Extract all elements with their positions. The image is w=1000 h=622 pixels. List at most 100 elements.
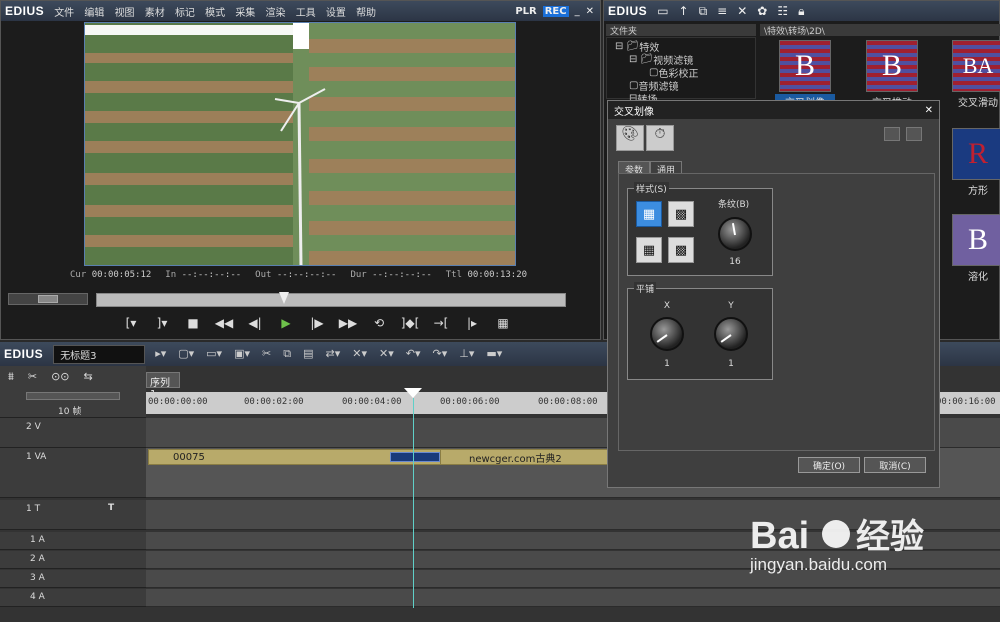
tree-item-color-correction[interactable]: ▢ 色彩校正 xyxy=(609,66,753,80)
timer-icon[interactable]: ⏱︎ xyxy=(646,125,674,151)
track-header-2v[interactable]: 2 V xyxy=(0,418,146,448)
rewind-icon[interactable]: ◀◀ xyxy=(213,316,235,330)
effect-thumb-square[interactable]: R xyxy=(952,128,1000,180)
cut-icon[interactable]: ✂ xyxy=(262,347,271,361)
track-header-2a[interactable]: 2 A xyxy=(0,551,146,569)
step-back-icon[interactable]: ◀| xyxy=(244,316,266,330)
track-razor-icon[interactable]: ✂ xyxy=(28,370,37,386)
play-icon[interactable]: ▶ xyxy=(275,316,297,330)
ruler-tick: 00:00:16:00 xyxy=(936,397,996,407)
delete-clip-icon[interactable]: ✕▾ xyxy=(352,347,367,361)
sort-icon[interactable]: ≡ xyxy=(717,4,727,19)
tc-dur-label: Dur xyxy=(350,270,367,280)
copy-icon[interactable]: ⧉ xyxy=(699,4,708,19)
effect-icon[interactable]: ✿ xyxy=(757,4,767,19)
track-header-3a[interactable]: 3 A xyxy=(0,570,146,588)
style-option-4[interactable]: ▩ xyxy=(668,237,694,263)
dialog-title: 交叉划像 xyxy=(614,106,654,118)
undo-dialog-icon[interactable] xyxy=(884,127,900,141)
y-value: 1 xyxy=(728,359,734,369)
palette-icon[interactable]: 🎨︎ xyxy=(616,125,644,151)
up-icon[interactable]: ↑ xyxy=(679,4,689,19)
x-value: 1 xyxy=(664,359,670,369)
loop-icon[interactable]: ⟲ xyxy=(368,316,390,330)
redo-dialog-icon[interactable] xyxy=(906,127,922,141)
step-forward-icon[interactable]: |▶ xyxy=(306,316,328,330)
marker-icon[interactable]: ⊥▾ xyxy=(459,347,474,361)
replace-icon[interactable]: ⇄▾ xyxy=(325,347,340,361)
y-knob[interactable] xyxy=(714,317,748,351)
video-preview xyxy=(84,22,516,266)
player-position-slider[interactable] xyxy=(96,293,566,307)
x-knob[interactable] xyxy=(650,317,684,351)
tree-item-audio-filters[interactable]: ▢ 音频滤镜 xyxy=(609,79,753,93)
effect-thumb-cross-wipe[interactable]: B xyxy=(779,40,831,92)
menu-marker[interactable]: 标记 xyxy=(175,8,195,19)
menu-settings[interactable]: 设置 xyxy=(326,8,346,19)
undo-icon[interactable]: ↶▾ xyxy=(406,347,421,361)
menu-help[interactable]: 帮助 xyxy=(356,8,376,19)
menu-clip[interactable]: 素材 xyxy=(145,8,165,19)
overwrite-icon[interactable]: →[ xyxy=(430,316,452,330)
track-mode-icon[interactable]: ⩩ xyxy=(8,370,14,386)
insert-icon[interactable]: ]◆[ xyxy=(399,316,421,330)
copy-clip-icon[interactable]: ⧉ xyxy=(283,347,291,361)
cancel-button[interactable]: 取消(C) xyxy=(864,457,926,473)
delete-icon[interactable]: ✕ xyxy=(737,4,747,19)
track-4a[interactable] xyxy=(146,589,1000,607)
track-header-4a[interactable]: 4 A xyxy=(0,589,146,607)
menu-render[interactable]: 渲染 xyxy=(266,8,286,19)
menu-tools[interactable]: 工具 xyxy=(296,8,316,19)
track-sync-icon[interactable]: ⇆ xyxy=(84,370,93,386)
menu-mode[interactable]: 模式 xyxy=(205,8,225,19)
project-name[interactable]: 无标题3 xyxy=(53,344,146,364)
tab-sequence[interactable]: 序列1 xyxy=(146,372,180,400)
set-out-icon[interactable]: ]▾ xyxy=(151,316,173,330)
audio-icon[interactable]: ▬▾ xyxy=(486,347,502,361)
menu-edit[interactable]: 编辑 xyxy=(84,8,104,19)
track-header-1t[interactable]: 1 TT xyxy=(0,500,146,530)
track-link-icon[interactable]: ⊙⊙ xyxy=(51,370,69,386)
mode-icon[interactable]: ▸▾ xyxy=(155,347,166,361)
set-in-icon[interactable]: [▾ xyxy=(120,316,142,330)
view-icon[interactable]: ☷ xyxy=(777,4,788,19)
effect-thumb-cross-slide[interactable]: BA xyxy=(952,40,1000,92)
new-icon[interactable]: ▢▾ xyxy=(178,347,194,361)
shuttle-thumb[interactable] xyxy=(38,295,58,303)
style-option-1[interactable]: ▦ xyxy=(636,201,662,227)
zoom-level[interactable]: 10 帧 xyxy=(58,404,81,417)
plr-label[interactable]: PLR xyxy=(515,6,536,17)
preview-frame-image xyxy=(85,23,515,265)
menu-view[interactable]: 视图 xyxy=(115,8,135,19)
folder-icon[interactable]: ▭ xyxy=(657,4,668,19)
transition-marker[interactable] xyxy=(390,452,440,462)
style-option-3[interactable]: ▦ xyxy=(636,237,662,263)
effect-thumb-cross-push[interactable]: B xyxy=(866,40,918,92)
trim-icon[interactable]: |▸ xyxy=(461,316,483,330)
save-icon[interactable]: ▣▾ xyxy=(234,347,250,361)
open-icon[interactable]: ▭▾ xyxy=(206,347,222,361)
stop-icon[interactable]: ■ xyxy=(182,316,204,330)
track-header-1va[interactable]: 1 VA xyxy=(0,448,146,498)
dialog-close-icon[interactable]: ✕ xyxy=(925,105,933,116)
lock-icon[interactable]: 🔒︎ xyxy=(798,4,804,19)
render-icon[interactable]: ▦ xyxy=(492,316,514,330)
fast-forward-icon[interactable]: ▶▶ xyxy=(337,316,359,330)
title-track-icon: T xyxy=(108,503,115,513)
track-header-1a[interactable]: 1 A xyxy=(0,532,146,550)
zoom-slider[interactable] xyxy=(26,392,120,400)
paste-icon[interactable]: ▤ xyxy=(303,347,313,361)
minimize-icon[interactable]: _ xyxy=(575,6,580,17)
effect-thumb-dissolve[interactable]: B xyxy=(952,214,1000,266)
style-option-2[interactable]: ▩ xyxy=(668,201,694,227)
rec-label[interactable]: REC xyxy=(542,5,569,17)
menu-file[interactable]: 文件 xyxy=(54,8,74,19)
tile-group-label: 平铺 xyxy=(634,282,657,295)
clip-newcger[interactable]: newcger.com古典2 xyxy=(440,449,610,465)
close-icon[interactable]: ✕ xyxy=(586,6,594,17)
ok-button[interactable]: 确定(O) xyxy=(798,457,860,473)
ripple-icon[interactable]: ✕▾ xyxy=(379,347,394,361)
stripes-knob[interactable] xyxy=(718,217,752,251)
menu-capture[interactable]: 采集 xyxy=(235,8,255,19)
redo-icon[interactable]: ↷▾ xyxy=(432,347,447,361)
